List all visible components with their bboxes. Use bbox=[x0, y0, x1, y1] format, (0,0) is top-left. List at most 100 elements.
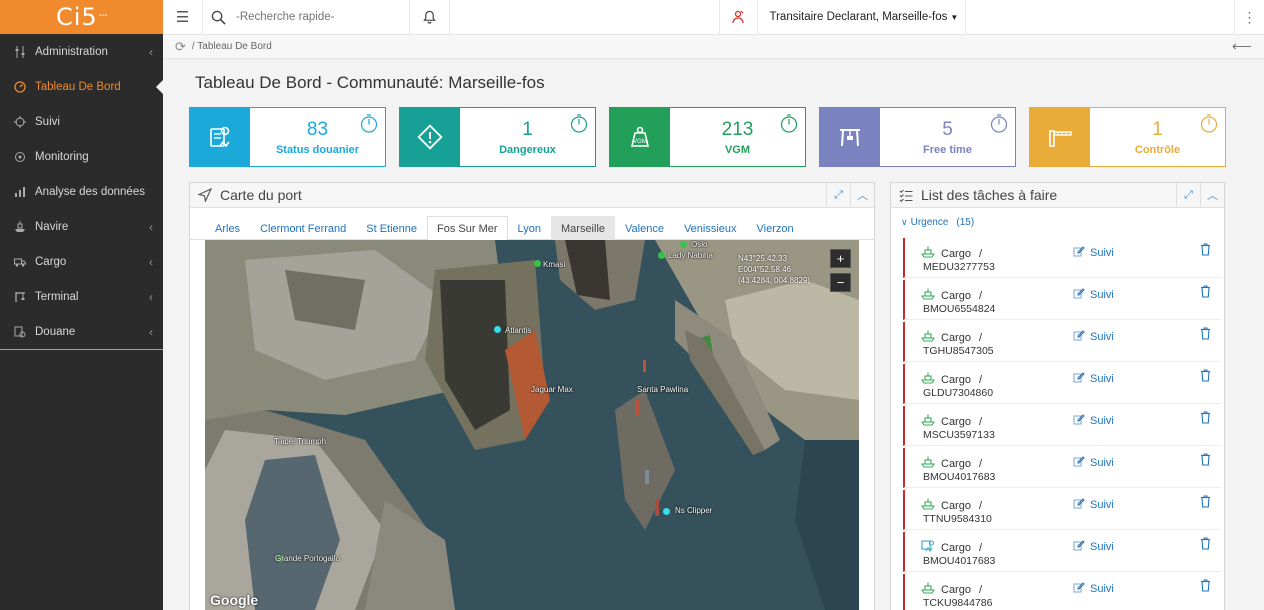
tab-valence[interactable]: Valence bbox=[615, 216, 674, 240]
task-separator: / bbox=[978, 247, 983, 260]
sidebar-item-cargo[interactable]: Cargo ‹ bbox=[0, 244, 163, 279]
task-cargo: Cargo / bbox=[920, 456, 982, 471]
stopwatch-icon[interactable] bbox=[360, 114, 378, 138]
tab-lyon[interactable]: Lyon bbox=[508, 216, 551, 240]
task-suivi-link[interactable]: Suivi bbox=[1073, 539, 1114, 554]
urgence-group-header[interactable]: ∨ Urgence (15) bbox=[891, 208, 1224, 228]
task-suivi-link[interactable]: Suivi bbox=[1073, 413, 1114, 428]
zoom-in-button[interactable]: + bbox=[830, 249, 851, 268]
kpi-value: 5 bbox=[942, 118, 953, 140]
sidebar-item-label: Administration bbox=[35, 45, 108, 58]
task-suivi-link[interactable]: Suivi bbox=[1073, 455, 1114, 470]
topbar-spacer bbox=[450, 0, 720, 35]
trash-icon[interactable] bbox=[1200, 285, 1211, 303]
tab-marseille[interactable]: Marseille bbox=[551, 216, 616, 240]
edit-icon bbox=[1073, 413, 1085, 428]
task-item: Cargo / BMOU4017683 Suivi bbox=[903, 448, 1221, 488]
sidebar-item-administration[interactable]: Administration ‹ bbox=[0, 34, 163, 69]
trash-icon[interactable] bbox=[1200, 243, 1211, 261]
tab-vierzon[interactable]: Vierzon bbox=[747, 216, 804, 240]
sidebar-item-label: Analyse des données bbox=[35, 185, 145, 198]
notifications-button[interactable] bbox=[410, 0, 450, 35]
google-logo: Google bbox=[210, 592, 259, 608]
trash-icon[interactable] bbox=[1200, 537, 1211, 555]
task-cargo-label: Cargo bbox=[941, 415, 971, 428]
task-suivi-link[interactable]: Suivi bbox=[1073, 287, 1114, 302]
zoom-out-button[interactable]: − bbox=[830, 273, 851, 292]
trash-icon[interactable] bbox=[1200, 579, 1211, 597]
tab-venissieux[interactable]: Venissieux bbox=[674, 216, 747, 240]
cargo-ship-icon bbox=[920, 582, 936, 597]
port-map[interactable]: Oslo Lady Nabiha Kmasi Atlantis Jaguar M… bbox=[205, 240, 859, 610]
sidebar-item-label: Tableau De Bord bbox=[35, 80, 121, 93]
trash-icon[interactable] bbox=[1200, 453, 1211, 471]
vessel-marker[interactable] bbox=[494, 326, 501, 333]
refresh-icon[interactable]: ⟳ bbox=[175, 39, 186, 55]
task-container-code: TGHU8547305 bbox=[923, 345, 994, 357]
vessel-marker[interactable] bbox=[680, 241, 687, 248]
kpi-card-contrôle[interactable]: 1 Contrôle bbox=[1029, 107, 1226, 167]
sidebar-item-analyse-des-données[interactable]: Analyse des données bbox=[0, 174, 163, 209]
sidebar-item-label: Douane bbox=[35, 325, 76, 338]
monitor-icon bbox=[14, 151, 26, 163]
kpi-card-free-time[interactable]: 5 Free time bbox=[819, 107, 1016, 167]
task-container-code: BMOU6554824 bbox=[923, 303, 996, 315]
sidebar-item-tableau-de-bord[interactable]: Tableau De Bord bbox=[0, 69, 163, 104]
truck-icon bbox=[14, 256, 26, 268]
more-options-button[interactable]: ⋮ bbox=[1234, 0, 1264, 35]
user-menu[interactable]: Transitaire Declarant, Marseille-fos ▼ bbox=[758, 0, 966, 35]
task-item: Cargo / GLDU7304860 Suivi bbox=[903, 364, 1221, 404]
tab-st-etienne[interactable]: St Etienne bbox=[356, 216, 427, 240]
expand-icon[interactable]: ⤢ bbox=[826, 183, 850, 207]
stopwatch-icon[interactable] bbox=[990, 114, 1008, 138]
trash-icon[interactable] bbox=[1200, 411, 1211, 429]
checklist-icon bbox=[899, 189, 913, 202]
vessel-marker[interactable] bbox=[663, 508, 670, 515]
task-suivi-link[interactable]: Suivi bbox=[1073, 329, 1114, 344]
tab-clermont-ferrand[interactable]: Clermont Ferrand bbox=[250, 216, 356, 240]
edit-icon bbox=[1073, 245, 1085, 260]
task-item: Cargo / MEDU3277753 Suivi bbox=[903, 238, 1221, 278]
task-suivi-link[interactable]: Suivi bbox=[1073, 497, 1114, 512]
sidebar-item-suivi[interactable]: Suivi bbox=[0, 104, 163, 139]
sidebar-item-terminal[interactable]: Terminal ‹ bbox=[0, 279, 163, 314]
sidebar-item-monitoring[interactable]: Monitoring bbox=[0, 139, 163, 174]
expand-icon[interactable]: ⤢ bbox=[1176, 183, 1200, 207]
back-arrow-icon[interactable]: ⟵ bbox=[1232, 38, 1252, 55]
task-suivi-link[interactable]: Suivi bbox=[1073, 245, 1114, 260]
trash-icon[interactable] bbox=[1200, 327, 1211, 345]
sidebar-item-douane[interactable]: Douane ‹ bbox=[0, 314, 163, 349]
kpi-label: Free time bbox=[923, 143, 972, 156]
task-separator: / bbox=[978, 373, 983, 386]
stopwatch-icon[interactable] bbox=[780, 114, 798, 138]
task-item: Cargo / TCKU9844786 Suivi bbox=[903, 574, 1221, 610]
tab-fos-sur-mer[interactable]: Fos Sur Mer bbox=[427, 216, 508, 241]
kpi-card-status-douanier[interactable]: 83 Status douanier bbox=[189, 107, 386, 167]
trash-icon[interactable] bbox=[1200, 369, 1211, 387]
vessel-label: Lady Nabiha bbox=[668, 251, 713, 260]
task-suivi-link[interactable]: Suivi bbox=[1073, 371, 1114, 386]
kpi-card-vgm[interactable]: VGM 213 VGM bbox=[609, 107, 806, 167]
vessel-marker[interactable] bbox=[658, 252, 665, 259]
search-input[interactable] bbox=[236, 11, 396, 23]
sidebar-item-navire[interactable]: Navire ‹ bbox=[0, 209, 163, 244]
kpi-value: 1 bbox=[1152, 118, 1163, 140]
task-suivi-label: Suivi bbox=[1090, 414, 1114, 427]
collapse-icon[interactable]: ︿ bbox=[1200, 183, 1224, 207]
logo-sup: °°° bbox=[98, 13, 108, 21]
sidebar-item-label: Navire bbox=[35, 220, 69, 233]
alert-button[interactable] bbox=[720, 0, 758, 35]
stopwatch-icon[interactable] bbox=[1200, 114, 1218, 138]
collapse-icon[interactable]: ︿ bbox=[850, 183, 874, 207]
trash-icon[interactable] bbox=[1200, 495, 1211, 513]
coordinates-readout: N43°25.42.33 E004°52.58.46 (43.4284, 004… bbox=[738, 253, 810, 286]
task-suivi-link[interactable]: Suivi bbox=[1073, 581, 1114, 596]
task-suivi-label: Suivi bbox=[1090, 540, 1114, 553]
vessel-label: Ns Clipper bbox=[675, 506, 713, 515]
tab-arles[interactable]: Arles bbox=[205, 216, 250, 240]
stopwatch-icon[interactable] bbox=[570, 114, 588, 138]
vessel-marker[interactable] bbox=[534, 260, 541, 267]
menu-toggle-button[interactable]: ☰ bbox=[163, 0, 203, 35]
kpi-card-dangereux[interactable]: 1 Dangereux bbox=[399, 107, 596, 167]
app-logo[interactable]: Ci5 °°° bbox=[0, 0, 163, 34]
